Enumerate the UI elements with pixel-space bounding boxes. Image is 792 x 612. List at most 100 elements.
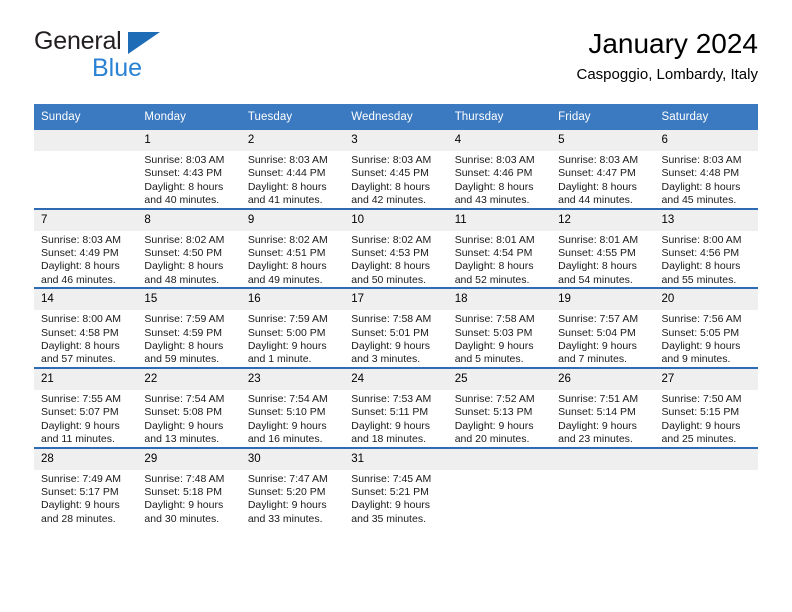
- day-cell[interactable]: 29 Sunrise: 7:48 AM Sunset: 5:18 PM Dayl…: [137, 446, 241, 527]
- daylight-text-line2: and 40 minutes.: [144, 194, 220, 207]
- day-details: Sunrise: 7:58 AM Sunset: 5:01 PM Dayligh…: [344, 310, 447, 367]
- day-number: 10: [344, 209, 448, 231]
- day-cell[interactable]: 6 Sunrise: 8:03 AM Sunset: 4:48 PM Dayli…: [654, 130, 758, 209]
- daylight-text-line1: Daylight: 9 hours: [247, 499, 327, 512]
- logo-triangle-icon: [128, 32, 160, 54]
- sunrise-text: Sunrise: 8:03 AM: [661, 154, 742, 166]
- day-cell[interactable]: 23 Sunrise: 7:54 AM Sunset: 5:10 PM Dayl…: [240, 366, 345, 448]
- day-cell[interactable]: 7 Sunrise: 8:03 AM Sunset: 4:49 PM Dayli…: [34, 207, 138, 289]
- day-cell[interactable]: [447, 446, 552, 527]
- daylight-text-line1: Daylight: 9 hours: [144, 499, 224, 512]
- sunset-text: Sunset: 4:43 PM: [144, 167, 223, 180]
- calendar-week-row: 21 Sunrise: 7:55 AM Sunset: 5:07 PM Dayl…: [34, 366, 758, 448]
- daylight-text-line1: Daylight: 9 hours: [558, 419, 637, 432]
- daylight-text-line2: and 33 minutes.: [247, 512, 323, 525]
- day-cell[interactable]: 13 Sunrise: 8:00 AM Sunset: 4:56 PM Dayl…: [654, 207, 758, 289]
- day-cell[interactable]: 4 Sunrise: 8:03 AM Sunset: 4:46 PM Dayli…: [447, 130, 552, 209]
- weekday-header-wednesday: Wednesday: [344, 104, 448, 130]
- day-details: Sunrise: 8:03 AM Sunset: 4:43 PM Dayligh…: [137, 151, 240, 208]
- general-blue-logo[interactable]: General Blue: [34, 28, 264, 88]
- sunrise-text: Sunrise: 8:03 AM: [247, 154, 328, 166]
- page-title: January 2024: [588, 28, 758, 59]
- daylight-text-line1: Daylight: 8 hours: [351, 180, 431, 193]
- day-number: 30: [240, 448, 345, 470]
- day-cell[interactable]: 16 Sunrise: 7:59 AM Sunset: 5:00 PM Dayl…: [240, 287, 345, 368]
- daylight-text-line2: and 44 minutes.: [558, 194, 633, 207]
- day-cell[interactable]: 30 Sunrise: 7:47 AM Sunset: 5:20 PM Dayl…: [240, 446, 345, 527]
- sunrise-text: Sunrise: 7:49 AM: [41, 472, 121, 485]
- day-cell[interactable]: 24 Sunrise: 7:53 AM Sunset: 5:11 PM Dayl…: [344, 366, 448, 448]
- sunset-text: Sunset: 4:49 PM: [41, 247, 119, 260]
- day-cell[interactable]: 12 Sunrise: 8:01 AM Sunset: 4:55 PM Dayl…: [551, 207, 655, 289]
- day-details: Sunrise: 7:55 AM Sunset: 5:07 PM Dayligh…: [34, 390, 137, 447]
- day-cell[interactable]: 31 Sunrise: 7:45 AM Sunset: 5:21 PM Dayl…: [344, 446, 448, 527]
- calendar-header-row: Sunday Monday Tuesday Wednesday Thursday…: [34, 104, 758, 130]
- sunrise-text: Sunrise: 8:03 AM: [558, 154, 639, 166]
- daylight-text-line1: Daylight: 8 hours: [558, 260, 637, 273]
- sunset-text: Sunset: 5:08 PM: [144, 406, 223, 419]
- day-cell[interactable]: [551, 446, 655, 527]
- daylight-text-line1: Daylight: 8 hours: [247, 180, 327, 193]
- day-details: Sunrise: 7:45 AM Sunset: 5:21 PM Dayligh…: [344, 470, 447, 527]
- day-cell[interactable]: 27 Sunrise: 7:50 AM Sunset: 5:15 PM Dayl…: [654, 366, 758, 448]
- day-cell[interactable]: 21 Sunrise: 7:55 AM Sunset: 5:07 PM Dayl…: [34, 366, 138, 448]
- daylight-text-line1: Daylight: 9 hours: [247, 340, 327, 353]
- daylight-text-line1: Daylight: 8 hours: [558, 180, 637, 193]
- day-details: Sunrise: 7:54 AM Sunset: 5:10 PM Dayligh…: [241, 390, 344, 447]
- day-cell[interactable]: 25 Sunrise: 7:52 AM Sunset: 5:13 PM Dayl…: [447, 366, 552, 448]
- sunset-text: Sunset: 5:10 PM: [247, 406, 326, 419]
- page-subtitle: Caspoggio, Lombardy, Italy: [576, 66, 759, 83]
- day-cell[interactable]: 20 Sunrise: 7:56 AM Sunset: 5:05 PM Dayl…: [654, 287, 758, 368]
- daylight-text-line2: and 41 minutes.: [247, 194, 323, 207]
- day-cell[interactable]: 5 Sunrise: 8:03 AM Sunset: 4:47 PM Dayli…: [551, 130, 655, 209]
- day-cell[interactable]: 11 Sunrise: 8:01 AM Sunset: 4:54 PM Dayl…: [447, 207, 552, 289]
- day-cell[interactable]: 1 Sunrise: 8:03 AM Sunset: 4:43 PM Dayli…: [137, 130, 241, 209]
- daylight-text-line1: Daylight: 8 hours: [144, 260, 224, 273]
- day-number: 12: [551, 209, 655, 231]
- day-details: Sunrise: 8:03 AM Sunset: 4:49 PM Dayligh…: [34, 231, 137, 288]
- daylight-text-line1: Daylight: 8 hours: [454, 180, 534, 193]
- day-cell[interactable]: 28 Sunrise: 7:49 AM Sunset: 5:17 PM Dayl…: [34, 446, 138, 527]
- day-cell[interactable]: 10 Sunrise: 8:02 AM Sunset: 4:53 PM Dayl…: [344, 207, 448, 289]
- sunset-text: Sunset: 5:17 PM: [41, 485, 119, 498]
- sunrise-text: Sunrise: 8:03 AM: [454, 154, 535, 166]
- day-details: Sunrise: 7:58 AM Sunset: 5:03 PM Dayligh…: [448, 310, 551, 367]
- day-cell[interactable]: 9 Sunrise: 8:02 AM Sunset: 4:51 PM Dayli…: [240, 207, 345, 289]
- day-cell[interactable]: 14 Sunrise: 8:00 AM Sunset: 4:58 PM Dayl…: [34, 287, 138, 368]
- daylight-text-line2: and 16 minutes.: [247, 433, 323, 446]
- day-cell[interactable]: 18 Sunrise: 7:58 AM Sunset: 5:03 PM Dayl…: [447, 287, 552, 368]
- daylight-text-line2: and 46 minutes.: [41, 273, 116, 286]
- daylight-text-line1: Daylight: 9 hours: [454, 340, 534, 353]
- day-cell[interactable]: 26 Sunrise: 7:51 AM Sunset: 5:14 PM Dayl…: [551, 366, 655, 448]
- day-details: Sunrise: 7:56 AM Sunset: 5:05 PM Dayligh…: [655, 310, 758, 367]
- day-cell[interactable]: 22 Sunrise: 7:54 AM Sunset: 5:08 PM Dayl…: [137, 366, 241, 448]
- day-cell[interactable]: 15 Sunrise: 7:59 AM Sunset: 4:59 PM Dayl…: [137, 287, 241, 368]
- day-cell[interactable]: 17 Sunrise: 7:58 AM Sunset: 5:01 PM Dayl…: [344, 287, 448, 368]
- day-cell[interactable]: 2 Sunrise: 8:03 AM Sunset: 4:44 PM Dayli…: [240, 130, 345, 209]
- calendar-body: 1 Sunrise: 8:03 AM Sunset: 4:43 PM Dayli…: [34, 130, 758, 527]
- sunset-text: Sunset: 5:01 PM: [351, 326, 429, 339]
- sunrise-text: Sunrise: 8:01 AM: [454, 233, 535, 246]
- daylight-text-line1: Daylight: 9 hours: [558, 340, 637, 353]
- day-cell[interactable]: 3 Sunrise: 8:03 AM Sunset: 4:45 PM Dayli…: [344, 130, 448, 209]
- day-number: [34, 130, 138, 151]
- day-number: 25: [447, 368, 552, 390]
- calendar-week-row: 28 Sunrise: 7:49 AM Sunset: 5:17 PM Dayl…: [34, 446, 758, 527]
- daylight-text-line2: and 30 minutes.: [144, 512, 220, 525]
- sunset-text: Sunset: 4:56 PM: [661, 247, 740, 260]
- daylight-text-line1: Daylight: 8 hours: [661, 180, 741, 193]
- day-cell[interactable]: 8 Sunrise: 8:02 AM Sunset: 4:50 PM Dayli…: [137, 207, 241, 289]
- sunrise-text: Sunrise: 8:02 AM: [351, 233, 432, 246]
- day-number: 24: [344, 368, 448, 390]
- day-cell[interactable]: [34, 130, 138, 209]
- daylight-text-line1: Daylight: 8 hours: [144, 340, 224, 353]
- day-cell[interactable]: [654, 446, 758, 527]
- daylight-text-line2: and 43 minutes.: [454, 194, 530, 207]
- sunrise-text: Sunrise: 7:45 AM: [351, 472, 432, 485]
- sunset-text: Sunset: 4:48 PM: [661, 167, 740, 180]
- daylight-text-line1: Daylight: 9 hours: [351, 419, 431, 432]
- day-number: 1: [137, 130, 241, 151]
- day-number: [447, 448, 552, 470]
- day-details: Sunrise: 7:59 AM Sunset: 5:00 PM Dayligh…: [241, 310, 344, 367]
- day-cell[interactable]: 19 Sunrise: 7:57 AM Sunset: 5:04 PM Dayl…: [551, 287, 655, 368]
